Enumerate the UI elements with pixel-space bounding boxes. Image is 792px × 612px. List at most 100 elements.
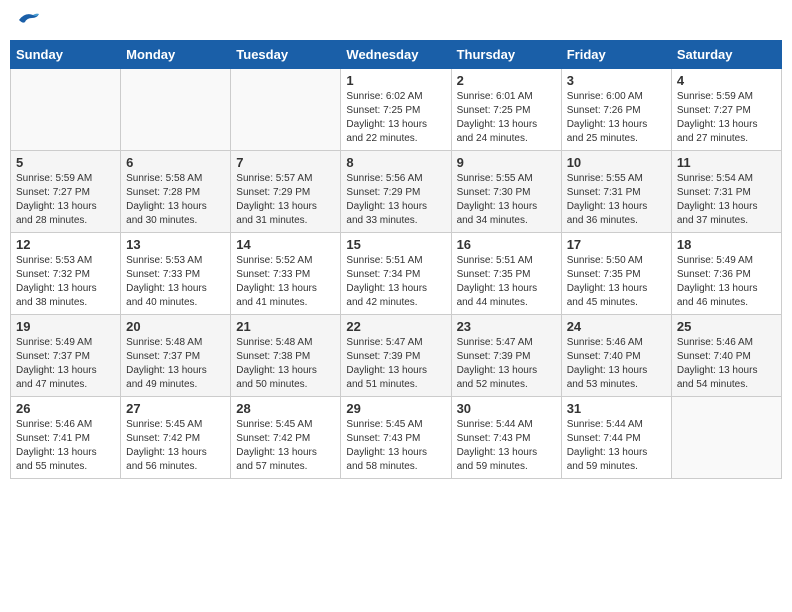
day-number: 10 [567,155,666,170]
day-info: Sunrise: 6:00 AM Sunset: 7:26 PM Dayligh… [567,90,666,146]
day-number: 8 [346,155,445,170]
calendar-cell: 24 Sunrise: 5:46 AM Sunset: 7:40 PM Dayli… [561,315,671,397]
day-info: Sunrise: 5:51 AM Sunset: 7:35 PM Dayligh… [457,254,556,310]
day-info: Sunrise: 5:44 AM Sunset: 7:44 PM Dayligh… [567,418,666,474]
calendar-cell: 12Sunrise: 5:53 AM Sunset: 7:32 PM Dayli… [11,233,121,315]
calendar-cell: 3Sunrise: 6:00 AM Sunset: 7:26 PM Daylig… [561,69,671,151]
calendar-cell: 25 Sunrise: 5:46 AM Sunset: 7:40 PM Dayli… [671,315,781,397]
calendar-cell: 19 Sunrise: 5:49 AM Sunset: 7:37 PM Dayli… [11,315,121,397]
day-info: Sunrise: 5:55 AM Sunset: 7:30 PM Dayligh… [457,172,556,228]
calendar-table: SundayMondayTuesdayWednesdayThursdayFrid… [10,40,782,479]
day-info: Sunrise: 5:57 AM Sunset: 7:29 PM Dayligh… [236,172,335,228]
calendar-cell: 13 Sunrise: 5:53 AM Sunset: 7:33 PM Dayli… [121,233,231,315]
day-info: Sunrise: 5:49 AM Sunset: 7:37 PM Dayligh… [16,336,115,392]
calendar-cell: 15 Sunrise: 5:51 AM Sunset: 7:34 PM Dayli… [341,233,451,315]
day-info: Sunrise: 5:59 AM Sunset: 7:27 PM Dayligh… [16,172,115,228]
day-info: Sunrise: 5:51 AM Sunset: 7:34 PM Dayligh… [346,254,445,310]
day-number: 20 [126,319,225,334]
day-info: Sunrise: 5:46 AM Sunset: 7:40 PM Dayligh… [677,336,776,392]
calendar-cell: 5Sunrise: 5:59 AM Sunset: 7:27 PM Daylig… [11,151,121,233]
day-info: Sunrise: 5:44 AM Sunset: 7:43 PM Dayligh… [457,418,556,474]
day-info: Sunrise: 5:58 AM Sunset: 7:28 PM Dayligh… [126,172,225,228]
day-number: 13 [126,237,225,252]
day-info: Sunrise: 5:54 AM Sunset: 7:31 PM Dayligh… [677,172,776,228]
day-info: Sunrise: 5:46 AM Sunset: 7:40 PM Dayligh… [567,336,666,392]
weekday-header-row: SundayMondayTuesdayWednesdayThursdayFrid… [11,41,782,69]
day-info: Sunrise: 5:55 AM Sunset: 7:31 PM Dayligh… [567,172,666,228]
day-info: Sunrise: 5:48 AM Sunset: 7:37 PM Dayligh… [126,336,225,392]
calendar-cell: 14 Sunrise: 5:52 AM Sunset: 7:33 PM Dayli… [231,233,341,315]
day-number: 21 [236,319,335,334]
calendar-cell: 18 Sunrise: 5:49 AM Sunset: 7:36 PM Dayli… [671,233,781,315]
calendar-cell: 22 Sunrise: 5:47 AM Sunset: 7:39 PM Dayli… [341,315,451,397]
week-row-1: 1 Sunrise: 6:02 AM Sunset: 7:25 PM Daylig… [11,69,782,151]
day-info: Sunrise: 5:45 AM Sunset: 7:43 PM Dayligh… [346,418,445,474]
day-number: 26 [16,401,115,416]
calendar-cell: 30 Sunrise: 5:44 AM Sunset: 7:43 PM Dayli… [451,397,561,479]
day-info: Sunrise: 5:46 AM Sunset: 7:41 PM Dayligh… [16,418,115,474]
day-info: Sunrise: 5:45 AM Sunset: 7:42 PM Dayligh… [126,418,225,474]
day-number: 6 [126,155,225,170]
day-info: Sunrise: 5:50 AM Sunset: 7:35 PM Dayligh… [567,254,666,310]
day-number: 24 [567,319,666,334]
calendar-cell [671,397,781,479]
day-info: Sunrise: 5:49 AM Sunset: 7:36 PM Dayligh… [677,254,776,310]
day-info: Sunrise: 5:59 AM Sunset: 7:27 PM Dayligh… [677,90,776,146]
calendar-cell: 16 Sunrise: 5:51 AM Sunset: 7:35 PM Dayli… [451,233,561,315]
day-number: 29 [346,401,445,416]
calendar-cell: 20 Sunrise: 5:48 AM Sunset: 7:37 PM Dayli… [121,315,231,397]
weekday-header-thursday: Thursday [451,41,561,69]
calendar-cell: 31 Sunrise: 5:44 AM Sunset: 7:44 PM Dayli… [561,397,671,479]
day-number: 31 [567,401,666,416]
weekday-header-wednesday: Wednesday [341,41,451,69]
day-number: 19 [16,319,115,334]
day-info: Sunrise: 6:02 AM Sunset: 7:25 PM Dayligh… [346,90,445,146]
weekday-header-monday: Monday [121,41,231,69]
week-row-4: 19 Sunrise: 5:49 AM Sunset: 7:37 PM Dayli… [11,315,782,397]
day-info: Sunrise: 5:47 AM Sunset: 7:39 PM Dayligh… [346,336,445,392]
calendar-cell: 26 Sunrise: 5:46 AM Sunset: 7:41 PM Dayli… [11,397,121,479]
calendar-cell: 29 Sunrise: 5:45 AM Sunset: 7:43 PM Dayli… [341,397,451,479]
weekday-header-tuesday: Tuesday [231,41,341,69]
day-info: Sunrise: 5:48 AM Sunset: 7:38 PM Dayligh… [236,336,335,392]
week-row-3: 12Sunrise: 5:53 AM Sunset: 7:32 PM Dayli… [11,233,782,315]
day-number: 30 [457,401,556,416]
calendar-cell: 21 Sunrise: 5:48 AM Sunset: 7:38 PM Dayli… [231,315,341,397]
week-row-2: 5Sunrise: 5:59 AM Sunset: 7:27 PM Daylig… [11,151,782,233]
day-number: 18 [677,237,776,252]
calendar-cell: 7Sunrise: 5:57 AM Sunset: 7:29 PM Daylig… [231,151,341,233]
day-info: Sunrise: 5:53 AM Sunset: 7:33 PM Dayligh… [126,254,225,310]
week-row-5: 26 Sunrise: 5:46 AM Sunset: 7:41 PM Dayli… [11,397,782,479]
calendar-cell: 1 Sunrise: 6:02 AM Sunset: 7:25 PM Daylig… [341,69,451,151]
calendar-cell: 2 Sunrise: 6:01 AM Sunset: 7:25 PM Daylig… [451,69,561,151]
day-number: 1 [346,73,445,88]
day-number: 28 [236,401,335,416]
calendar-cell: 28 Sunrise: 5:45 AM Sunset: 7:42 PM Dayli… [231,397,341,479]
day-info: Sunrise: 6:01 AM Sunset: 7:25 PM Dayligh… [457,90,556,146]
logo [15,10,41,30]
logo-bird-icon [17,10,41,30]
calendar-cell: 23 Sunrise: 5:47 AM Sunset: 7:39 PM Dayli… [451,315,561,397]
day-number: 16 [457,237,556,252]
day-info: Sunrise: 5:45 AM Sunset: 7:42 PM Dayligh… [236,418,335,474]
calendar-cell [11,69,121,151]
calendar-cell: 11Sunrise: 5:54 AM Sunset: 7:31 PM Dayli… [671,151,781,233]
day-number: 15 [346,237,445,252]
calendar-cell: 17 Sunrise: 5:50 AM Sunset: 7:35 PM Dayli… [561,233,671,315]
calendar-cell: 27Sunrise: 5:45 AM Sunset: 7:42 PM Dayli… [121,397,231,479]
day-info: Sunrise: 5:56 AM Sunset: 7:29 PM Dayligh… [346,172,445,228]
day-number: 22 [346,319,445,334]
day-number: 14 [236,237,335,252]
calendar-cell: 9Sunrise: 5:55 AM Sunset: 7:30 PM Daylig… [451,151,561,233]
day-info: Sunrise: 5:47 AM Sunset: 7:39 PM Dayligh… [457,336,556,392]
day-number: 23 [457,319,556,334]
day-info: Sunrise: 5:52 AM Sunset: 7:33 PM Dayligh… [236,254,335,310]
day-number: 2 [457,73,556,88]
day-number: 25 [677,319,776,334]
day-number: 12 [16,237,115,252]
calendar-cell [121,69,231,151]
calendar-cell [231,69,341,151]
day-number: 17 [567,237,666,252]
calendar-cell: 10 Sunrise: 5:55 AM Sunset: 7:31 PM Dayli… [561,151,671,233]
calendar-cell: 8 Sunrise: 5:56 AM Sunset: 7:29 PM Daylig… [341,151,451,233]
